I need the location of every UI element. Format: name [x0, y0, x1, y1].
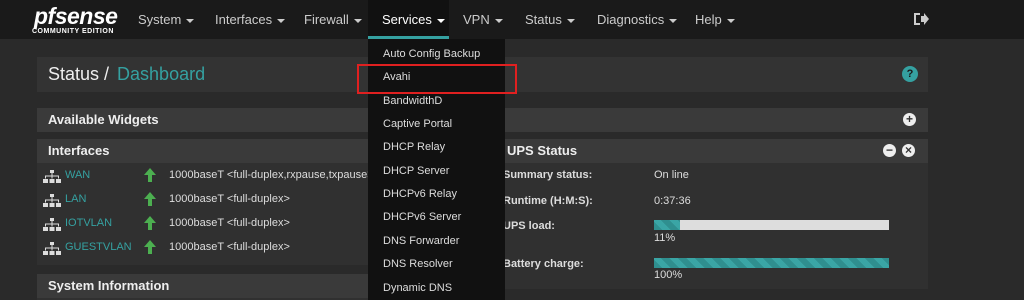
menu-item-dhcpv6-server[interactable]: DHCPv6 Server	[383, 211, 461, 223]
ups-runtime-value: 0:37:36	[654, 195, 691, 207]
ups-battery-label: Battery charge:	[503, 258, 584, 270]
menu-item-dhcp-server[interactable]: DHCP Server	[383, 165, 449, 177]
top-navbar: pfsense COMMUNITY EDITION System Interfa…	[0, 0, 1024, 39]
network-icon	[43, 194, 61, 207]
nav-firewall[interactable]: Firewall	[304, 0, 362, 39]
interface-media: 1000baseT <full-duplex,rxpause,txpause>	[169, 169, 374, 181]
caret-down-icon	[669, 18, 678, 23]
add-widget-icon[interactable]: +	[903, 113, 916, 126]
ups-battery-value: 100%	[654, 269, 683, 281]
network-icon	[43, 170, 61, 183]
help-icon[interactable]: ?	[902, 66, 918, 82]
logout-icon[interactable]	[913, 11, 929, 27]
ups-runtime-label: Runtime (H:M:S):	[503, 195, 593, 207]
nav-diagnostics[interactable]: Diagnostics	[597, 0, 678, 39]
brand-logo-text: pfsense	[34, 3, 118, 29]
ups-summary-value: On line	[654, 169, 689, 181]
ups-battery-bar	[654, 258, 889, 268]
pfsense-logo[interactable]: pfsense COMMUNITY EDITION	[30, 3, 120, 37]
ups-load-label: UPS load:	[503, 220, 555, 232]
interface-name-link[interactable]: LAN	[65, 193, 86, 205]
caret-down-icon	[353, 18, 362, 23]
network-icon	[43, 242, 61, 255]
nav-services[interactable]: Services	[368, 0, 449, 39]
nav-status[interactable]: Status	[525, 0, 575, 39]
nav-system[interactable]: System	[138, 0, 195, 39]
ups-summary-label: Summary status:	[503, 169, 593, 181]
system-information-panel: System Information	[37, 274, 370, 300]
ups-load-value: 11%	[654, 232, 676, 244]
interface-name-link[interactable]: GUESTVLAN	[65, 241, 132, 253]
nav-interfaces[interactable]: Interfaces	[215, 0, 286, 39]
system-information-title: System Information	[37, 274, 370, 298]
interface-media: 1000baseT <full-duplex>	[169, 193, 290, 205]
menu-item-auto-config-backup[interactable]: Auto Config Backup	[383, 48, 480, 60]
ups-load-fill	[654, 220, 680, 230]
status-up-arrow-icon	[144, 216, 156, 230]
ups-load-bar	[654, 220, 889, 230]
menu-item-dhcp-relay[interactable]: DHCP Relay	[383, 141, 445, 153]
nav-vpn[interactable]: VPN	[463, 0, 503, 39]
breadcrumb-dashboard-link[interactable]: Dashboard	[117, 64, 205, 84]
caret-down-icon	[494, 18, 503, 23]
status-up-arrow-icon	[144, 192, 156, 206]
menu-item-dynamic-dns[interactable]: Dynamic DNS	[383, 282, 452, 294]
table-row: IOTVLAN 1000baseT <full-duplex>	[37, 213, 367, 236]
close-widget-icon[interactable]: ×	[902, 144, 915, 157]
table-row: LAN 1000baseT <full-duplex>	[37, 189, 367, 212]
status-up-arrow-icon	[144, 240, 156, 254]
caret-down-icon	[726, 18, 735, 23]
network-icon	[43, 218, 61, 231]
interfaces-title: Interfaces	[37, 139, 370, 163]
brand-edition: COMMUNITY EDITION	[32, 28, 114, 35]
interface-name-link[interactable]: WAN	[65, 169, 90, 181]
caret-down-icon	[436, 18, 445, 23]
highlight-box	[357, 64, 517, 94]
ups-battery-fill	[654, 258, 889, 268]
interface-name-link[interactable]: IOTVLAN	[65, 217, 112, 229]
menu-item-bandwidthd[interactable]: BandwidthD	[383, 95, 442, 107]
interface-media: 1000baseT <full-duplex>	[169, 241, 290, 253]
menu-item-dns-forwarder[interactable]: DNS Forwarder	[383, 235, 459, 247]
interface-media: 1000baseT <full-duplex>	[169, 217, 290, 229]
minimize-widget-icon[interactable]: −	[883, 144, 896, 157]
caret-down-icon	[566, 18, 575, 23]
table-row: WAN 1000baseT <full-duplex,rxpause,txpau…	[37, 165, 374, 188]
caret-down-icon	[186, 18, 195, 23]
menu-item-dns-resolver[interactable]: DNS Resolver	[383, 258, 453, 270]
menu-item-dhcpv6-relay[interactable]: DHCPv6 Relay	[383, 188, 457, 200]
menu-item-captive-portal[interactable]: Captive Portal	[383, 118, 452, 130]
breadcrumb: Status / Dashboard	[48, 64, 206, 84]
caret-down-icon	[277, 18, 286, 23]
nav-help[interactable]: Help	[695, 0, 735, 39]
status-up-arrow-icon	[144, 168, 156, 182]
table-row: GUESTVLAN 1000baseT <full-duplex>	[37, 237, 367, 260]
ups-status-title: UPS Status	[503, 139, 928, 163]
